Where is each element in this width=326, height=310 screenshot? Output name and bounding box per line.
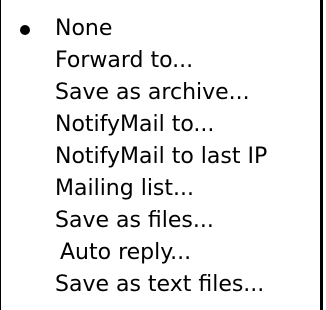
menu-item-save-as-files[interactable]: Save as files...	[1, 205, 320, 237]
menu-item-label: Save as text files...	[55, 272, 265, 297]
action-popup-menu: None Forward to... Save as archive... No…	[0, 0, 323, 310]
menu-item-label: Mailing list...	[55, 176, 194, 201]
menu-item-notifymail-to-last-ip[interactable]: NotifyMail to last IP	[1, 141, 320, 173]
menu-item-label: Forward to...	[55, 48, 194, 73]
menu-item-mailing-list[interactable]: Mailing list...	[1, 173, 320, 205]
menu-item-save-as-archive[interactable]: Save as archive...	[1, 77, 320, 109]
menu-item-label: Auto reply...	[60, 240, 192, 265]
menu-item-forward-to[interactable]: Forward to...	[1, 45, 320, 77]
checkmark-bullet-icon	[20, 25, 30, 35]
menu-list: None Forward to... Save as archive... No…	[1, 13, 320, 301]
menu-item-notifymail-to[interactable]: NotifyMail to...	[1, 109, 320, 141]
menu-item-label: NotifyMail to...	[55, 112, 215, 137]
menu-item-save-as-text-files[interactable]: Save as text files...	[1, 269, 320, 301]
menu-item-label: Save as archive...	[55, 80, 250, 105]
menu-item-label: Save as files...	[55, 208, 214, 233]
menu-item-label: None	[55, 16, 113, 41]
menu-item-none[interactable]: None	[1, 13, 320, 45]
menu-item-label: NotifyMail to last IP	[55, 144, 268, 169]
menu-item-auto-reply[interactable]: Auto reply...	[1, 237, 320, 269]
